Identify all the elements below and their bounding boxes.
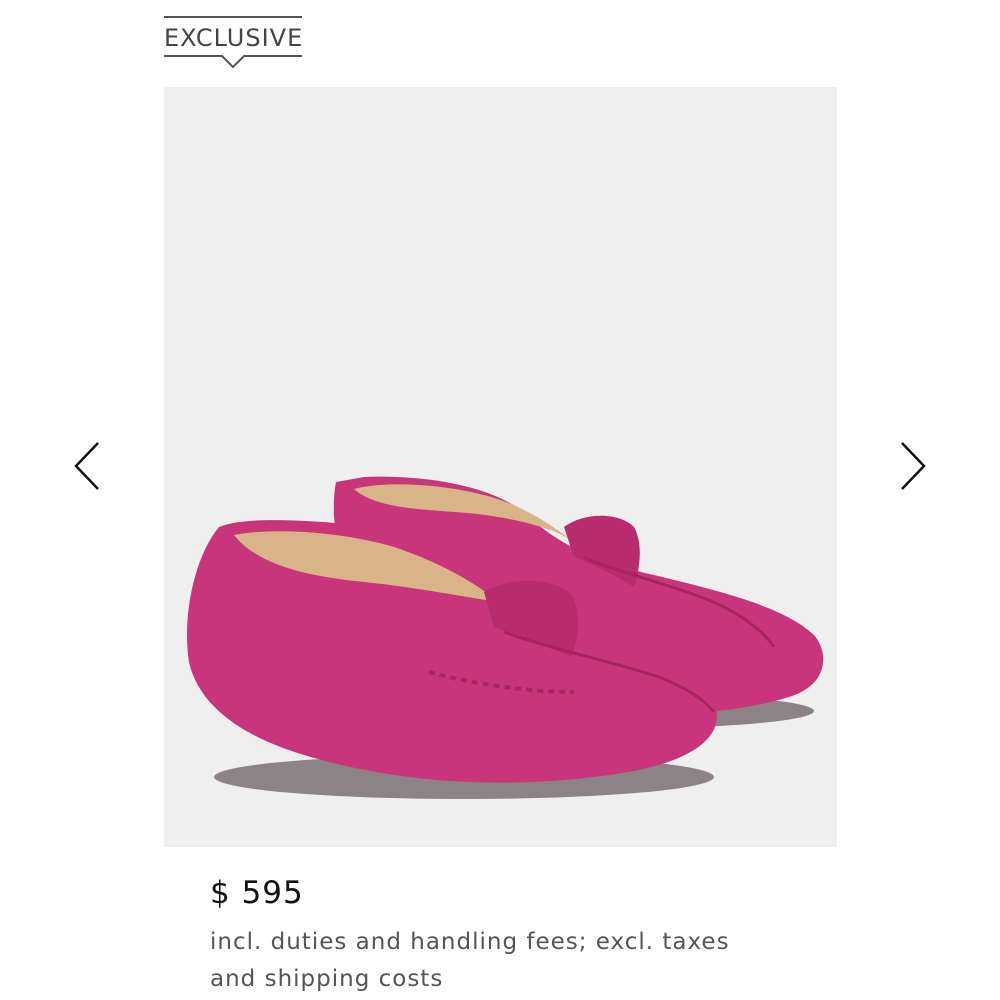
chevron-left-icon: [74, 442, 99, 490]
exclusive-badge: EXCLUSIVE: [164, 16, 302, 70]
previous-image-button[interactable]: [70, 440, 106, 492]
price-note-line-1: incl. duties and handling fees; excl. ta…: [210, 929, 730, 955]
badge-label: EXCLUSIVE: [164, 24, 304, 52]
chevron-right-icon: [901, 442, 926, 490]
badge-top-rule: [164, 16, 302, 18]
product-image[interactable]: [164, 87, 837, 847]
price-note: incl. duties and handling fees; excl. ta…: [210, 924, 810, 998]
price-note-line-2: and shipping costs: [210, 966, 444, 992]
product-price: $ 595: [210, 875, 304, 911]
next-image-button[interactable]: [894, 440, 930, 492]
product-photo: [164, 87, 837, 847]
badge-pointer-icon: [164, 55, 302, 69]
